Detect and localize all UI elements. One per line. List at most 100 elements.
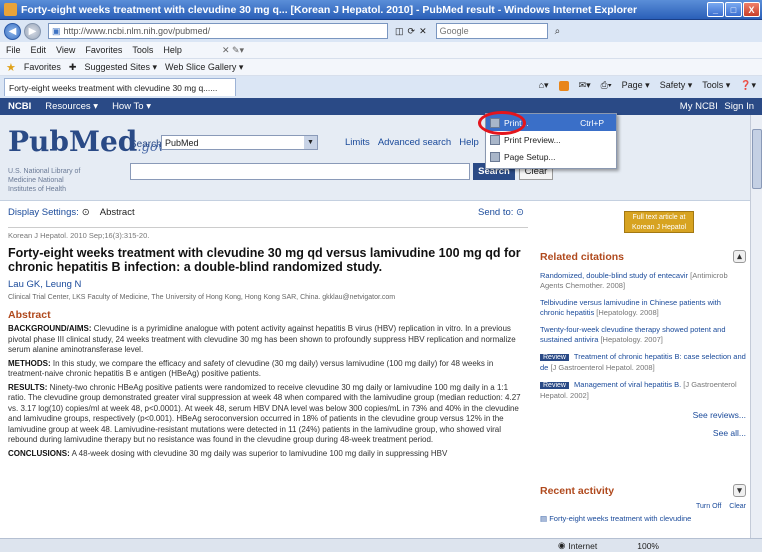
ncbi-bar: NCBI Resources ▾ How To ▾ My NCBI Sign I… — [0, 98, 762, 115]
translate-icon[interactable]: ✕ ✎▾ — [222, 45, 244, 56]
page-setup-menu-item[interactable]: Page Setup... — [486, 148, 616, 165]
close-button[interactable]: X — [743, 2, 760, 17]
ncbi-logo[interactable]: NCBI — [8, 101, 31, 112]
my-ncbi-link[interactable]: My NCBI Sign In — [680, 101, 754, 112]
search-placeholder: Google — [439, 26, 469, 36]
related-item-source: [J Gastroenterol Hepatol. 2008] — [550, 362, 655, 372]
journal-fulltext-badge[interactable]: Full text article at Korean J Hepatol — [624, 211, 694, 233]
see-reviews-link[interactable]: See reviews... — [540, 410, 746, 420]
related-item[interactable]: Twenty-four-week clevudine therapy showe… — [540, 325, 746, 344]
send-to-link[interactable]: Send to: ⊙ — [478, 207, 524, 218]
tab-label: Forty-eight weeks treatment with clevudi… — [9, 82, 218, 93]
advanced-search-link[interactable]: Advanced search — [378, 137, 451, 148]
turn-off-link[interactable]: Turn Off — [696, 503, 721, 510]
back-button[interactable]: ◀ — [4, 22, 21, 40]
menu-file[interactable]: File — [6, 45, 21, 55]
menu-favorites[interactable]: Favorites — [85, 45, 122, 55]
print-icon[interactable]: ⎙▾ — [601, 80, 612, 91]
status-bar: ◉ Internet 100% — [0, 538, 762, 552]
database-select[interactable]: PubMed ▼ — [161, 135, 318, 150]
related-item-text: Randomized, double-blind study of enteca… — [540, 271, 689, 280]
preview-icon — [490, 134, 500, 145]
menu-help[interactable]: Help — [163, 45, 182, 55]
compat-icon[interactable]: ◫ — [395, 26, 404, 37]
window-controls: _ □ X — [707, 2, 760, 17]
clear-link[interactable]: Clear — [729, 503, 746, 510]
recent-controls: Turn Off Clear — [540, 503, 746, 510]
tab-active[interactable]: Forty-eight weeks treatment with clevudi… — [4, 78, 236, 96]
review-badge: Review — [540, 354, 569, 361]
feeds-icon[interactable] — [558, 80, 569, 91]
collapse-toggle[interactable]: ▾ — [733, 484, 746, 497]
chevron-down-icon[interactable]: ⊙ — [82, 207, 90, 218]
query-input[interactable] — [130, 163, 470, 180]
resources-menu[interactable]: Resources ▾ — [45, 101, 98, 112]
url-field[interactable]: ▣ http://www.ncbi.nlm.nih.gov/pubmed/ — [48, 23, 388, 39]
menu-edit[interactable]: Edit — [31, 45, 47, 55]
authors[interactable]: Lau GK, Leung N — [8, 279, 528, 290]
star-icon: ★ — [6, 61, 16, 74]
document-icon: ▤ — [540, 514, 548, 523]
related-item[interactable]: Review Management of viral hepatitis B. … — [540, 380, 746, 400]
search-field[interactable]: Google — [435, 23, 548, 39]
favorites-button[interactable]: Favorites — [24, 62, 61, 72]
forward-button[interactable]: ▶ — [24, 22, 41, 40]
collapse-toggle[interactable]: ▴ — [733, 250, 746, 263]
search-links: Limits Advanced search Help — [345, 137, 479, 148]
help-icon[interactable]: ❓▾ — [740, 80, 756, 91]
print-shortcut: Ctrl+P — [580, 117, 604, 128]
menu-view[interactable]: View — [56, 45, 75, 55]
address-tools: ◫ ⟳ ✕ — [395, 26, 427, 37]
page-setup-label: Page Setup... — [504, 151, 556, 162]
results-text: Ninety-two chronic HBeAg positive patien… — [8, 382, 521, 445]
abstract-header: Abstract — [8, 309, 51, 321]
howto-menu[interactable]: How To ▾ — [112, 101, 151, 112]
display-format: Abstract — [99, 206, 135, 218]
affiliation: Clinical Trial Center, LKS Faculty of Me… — [8, 294, 396, 301]
article-body: Korean J Hepatol. 2010 Sep;16(3):315-20.… — [8, 230, 528, 459]
abstract-methods: METHODS: In this study, we compare the e… — [8, 359, 528, 380]
limits-link[interactable]: Limits — [345, 137, 370, 148]
article-title: Forty-eight weeks treatment with clevudi… — [8, 246, 521, 274]
add-favorite-icon[interactable]: ✚ — [69, 62, 77, 73]
home-icon[interactable]: ⌂▾ — [539, 80, 549, 91]
recent-title: Recent activity — [540, 484, 615, 497]
display-settings-bar: Display Settings: ⊙ Abstract — [0, 201, 530, 223]
sign-in-label: Sign In — [724, 101, 754, 112]
zoom-level[interactable]: 100% — [637, 541, 659, 551]
recent-item[interactable]: ▤ Forty-eight weeks treatment with clevu… — [540, 514, 746, 523]
search-label: Search — [130, 139, 162, 150]
vertical-scrollbar[interactable] — [750, 115, 762, 538]
tools-menu[interactable]: Tools ▾ — [702, 80, 730, 91]
display-settings-link[interactable]: Display Settings: — [8, 207, 79, 218]
maximize-button[interactable]: □ — [725, 2, 742, 17]
command-bar: ⌂▾ ✉▾ ⎙▾ Page ▾ Safety ▾ Tools ▾ ❓▾ — [539, 80, 756, 91]
suggested-sites-link[interactable]: Suggested Sites ▾ — [84, 62, 157, 73]
help-link[interactable]: Help — [459, 137, 479, 148]
address-bar: ◀ ▶ ▣ http://www.ncbi.nlm.nih.gov/pubmed… — [0, 20, 762, 42]
refresh-icon[interactable]: ⟳ — [408, 26, 416, 37]
safety-menu[interactable]: Safety ▾ — [660, 80, 693, 91]
see-all-link[interactable]: See all... — [540, 428, 746, 438]
page-menu[interactable]: Page ▾ — [622, 80, 650, 91]
stop-icon[interactable]: ✕ — [419, 26, 427, 37]
mail-icon[interactable]: ✉▾ — [579, 80, 591, 91]
window-titlebar: Forty-eight weeks treatment with clevudi… — [0, 0, 762, 20]
scrollbar-thumb[interactable] — [752, 129, 762, 189]
page-icon: ▣ — [52, 25, 61, 36]
chevron-down-icon: ▼ — [304, 136, 317, 149]
search-icon[interactable]: ⌕ — [555, 26, 561, 37]
methods-label: METHODS: — [8, 358, 51, 368]
pubmed-header: PubMed.gov U.S. National Library of Medi… — [0, 115, 762, 201]
logo-med: Med — [69, 125, 138, 158]
ie-icon — [4, 3, 17, 16]
abstract-background: BACKGROUND/AIMS: Clevudine is a pyrimidi… — [8, 324, 528, 356]
related-item[interactable]: Telbivudine versus lamivudine in Chinese… — [540, 298, 746, 317]
web-slice-gallery-link[interactable]: Web Slice Gallery ▾ — [165, 62, 243, 73]
related-item[interactable]: Review Treatment of chronic hepatitis B:… — [540, 352, 746, 372]
minimize-button[interactable]: _ — [707, 2, 724, 17]
menu-tools[interactable]: Tools — [132, 45, 153, 55]
database-value: PubMed — [165, 137, 199, 148]
page-setup-icon — [490, 151, 500, 162]
related-item[interactable]: Randomized, double-blind study of enteca… — [540, 271, 746, 290]
